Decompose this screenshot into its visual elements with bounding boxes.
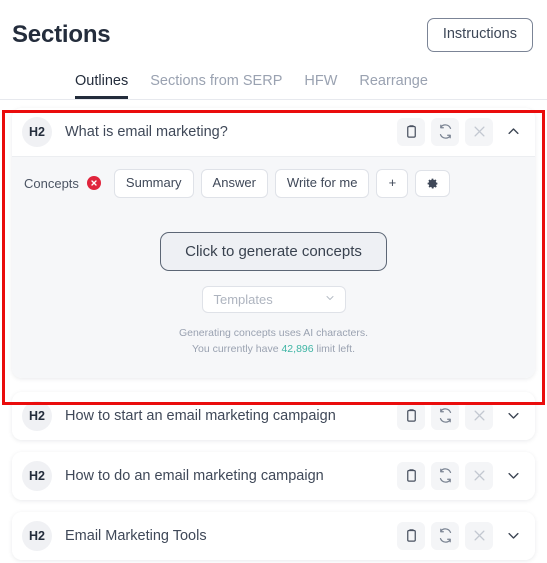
section-actions [397, 461, 527, 490]
section-card: H2 How to start an email marketing campa… [12, 391, 535, 440]
heading-level-badge: H2 [22, 460, 52, 491]
chevron-down-icon[interactable] [499, 522, 527, 550]
tab-sections-from-serp[interactable]: Sections from SERP [150, 73, 282, 99]
close-icon[interactable] [465, 461, 493, 490]
hint-prefix: You currently have [191, 343, 282, 356]
close-icon[interactable] [465, 401, 493, 430]
section-card-expanded: H2 What is email marketing? Concepts Sum… [12, 107, 535, 378]
tab-rearrange[interactable]: Rearrange [359, 73, 428, 99]
clipboard-icon[interactable] [397, 461, 425, 490]
heading-level-badge: H2 [22, 400, 52, 431]
close-icon[interactable] [465, 521, 493, 550]
page-header: Sections Instructions [0, 0, 547, 52]
heading-level-badge: H2 [22, 520, 52, 551]
summary-pill[interactable]: Summary [113, 168, 194, 198]
write-for-me-pill[interactable]: Write for me [274, 168, 370, 198]
generation-hint: Generating concepts uses AI characters. … [179, 325, 368, 358]
section-title[interactable]: How to do an email marketing campaign [65, 468, 397, 484]
section-actions [397, 521, 527, 550]
character-limit-amount: 42,896 [281, 343, 314, 356]
section-header[interactable]: H2 How to start an email marketing campa… [12, 391, 535, 440]
close-icon[interactable] [465, 117, 493, 146]
section-header[interactable]: H2 What is email marketing? [12, 107, 535, 156]
sections-page: Sections Instructions Outlines Sections … [0, 0, 547, 563]
concepts-label: Concepts [24, 175, 79, 191]
section-title[interactable]: What is email marketing? [65, 124, 397, 140]
section-list: H2 What is email marketing? Concepts Sum… [0, 100, 547, 560]
generate-concepts-button[interactable]: Click to generate concepts [160, 231, 387, 272]
concepts-toolbar: Concepts Summary Answer Write for me + [24, 168, 523, 198]
templates-placeholder: Templates [213, 292, 273, 308]
tab-bar: Outlines Sections from SERP HFW Rearrang… [0, 68, 547, 100]
section-title[interactable]: Email Marketing Tools [65, 528, 397, 544]
answer-pill[interactable]: Answer [200, 168, 268, 198]
section-actions [397, 117, 527, 146]
chevron-up-icon[interactable] [499, 118, 527, 146]
hint-suffix: limit left. [313, 343, 356, 356]
hint-line-1: Generating concepts uses AI characters. [178, 327, 369, 340]
section-card: H2 Email Marketing Tools [12, 511, 535, 560]
tab-outlines[interactable]: Outlines [75, 73, 129, 99]
clipboard-icon[interactable] [397, 401, 425, 430]
section-actions [397, 401, 527, 430]
refresh-icon[interactable] [431, 401, 459, 430]
clipboard-icon[interactable] [397, 117, 425, 146]
hint-line-2: You currently have 42,896 limit left. [179, 341, 368, 357]
section-title[interactable]: How to start an email marketing campaign [65, 408, 397, 424]
error-circle-icon[interactable] [86, 176, 101, 191]
generate-area: Click to generate concepts Templates Gen… [24, 206, 523, 358]
section-header[interactable]: H2 Email Marketing Tools [12, 511, 535, 560]
heading-level-badge: H2 [22, 116, 52, 147]
page-title: Sections [12, 20, 111, 48]
chevron-down-icon [324, 291, 336, 309]
refresh-icon[interactable] [431, 521, 459, 550]
refresh-icon[interactable] [431, 461, 459, 490]
concepts-panel: Concepts Summary Answer Write for me + C… [12, 155, 535, 378]
gear-icon[interactable] [415, 169, 451, 197]
clipboard-icon[interactable] [397, 521, 425, 550]
add-concept-button[interactable]: + [376, 168, 409, 198]
instructions-button[interactable]: Instructions [426, 18, 533, 52]
tab-hfw[interactable]: HFW [304, 73, 337, 99]
section-header[interactable]: H2 How to do an email marketing campaign [12, 451, 535, 500]
refresh-icon[interactable] [431, 117, 459, 146]
chevron-down-icon[interactable] [499, 462, 527, 490]
chevron-down-icon[interactable] [499, 402, 527, 430]
templates-select[interactable]: Templates [201, 286, 346, 314]
section-card: H2 How to do an email marketing campaign [12, 451, 535, 500]
